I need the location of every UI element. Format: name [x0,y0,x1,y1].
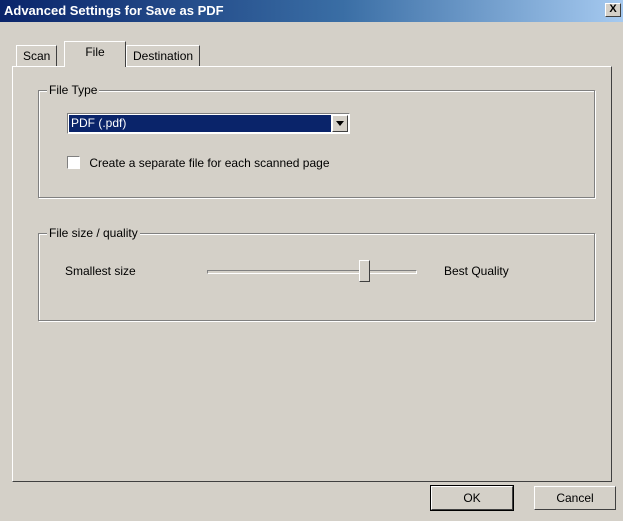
separate-file-option[interactable]: Create a separate file for each scanned … [67,155,330,171]
title-bar: Advanced Settings for Save as PDF X [0,0,623,22]
ok-button[interactable]: OK [430,485,514,511]
file-type-select-value: PDF (.pdf) [69,115,331,132]
quality-slider-thumb[interactable] [359,260,370,282]
file-type-select[interactable]: PDF (.pdf) [67,113,350,134]
tab-panel-file: File Type PDF (.pdf) Create a separate f… [12,66,612,482]
close-button[interactable]: X [605,3,621,17]
file-type-group-label: File Type [47,83,100,97]
tab-scan[interactable]: Scan [16,45,58,67]
tab-destination[interactable]: Destination [126,45,201,67]
best-quality-label: Best Quality [444,264,509,278]
file-type-group: File Type PDF (.pdf) Create a separate f… [38,83,595,198]
file-type-dropdown-button[interactable] [332,115,348,132]
close-icon: X [609,3,617,15]
separate-file-label: Create a separate file for each scanned … [89,155,330,170]
separate-file-checkbox[interactable] [67,156,80,170]
chevron-down-icon [336,121,344,126]
window-title: Advanced Settings for Save as PDF [4,3,224,18]
cancel-button[interactable]: Cancel [534,486,616,510]
quality-slider-track[interactable] [207,270,417,274]
tab-file[interactable]: File [64,41,126,67]
smallest-size-label: Smallest size [65,264,136,278]
file-size-quality-group: File size / quality Smallest size Best Q… [38,226,595,321]
file-size-quality-group-label: File size / quality [47,226,140,240]
